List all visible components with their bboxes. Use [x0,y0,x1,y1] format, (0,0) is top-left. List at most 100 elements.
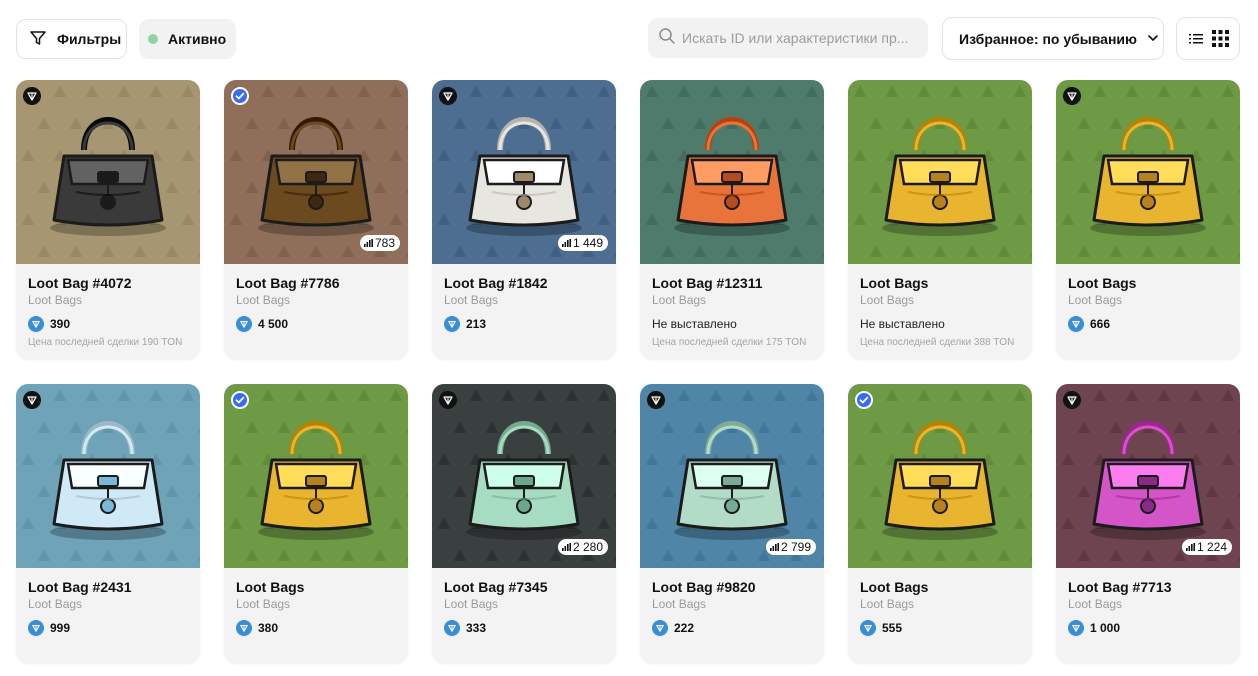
last-deal-price: Цена последней сделки 190 TON [28,337,183,348]
search-box [648,18,928,58]
ton-icon [236,620,252,636]
grid-view-button[interactable] [1209,27,1233,51]
item-image[interactable] [16,384,200,568]
item-info: Loot Bag #4072 Loot Bags 390 Цена послед… [16,264,200,350]
active-toggle[interactable]: Активно [139,19,236,59]
item-info: Loot Bags Loot Bags 555 [848,568,1032,637]
price-value: 222 [674,621,695,635]
ton-badge-icon [439,87,457,105]
price-value: 4 500 [258,317,289,331]
item-collection: Loot Bags [1068,597,1123,611]
item-card[interactable]: Loot Bag #12311 Loot Bags Не выставлено … [640,80,824,360]
item-card[interactable]: Loot Bags Loot Bags 555 [848,384,1032,664]
views-value: 1 224 [1196,540,1227,554]
price-row: 333 [444,619,604,637]
views-counter: 2 799 [765,539,816,555]
item-collection: Loot Bags [444,293,499,307]
search-icon [658,27,676,50]
price-row: 222 [652,619,812,637]
item-title: Loot Bags [860,579,929,595]
view-toggle [1176,17,1240,60]
item-image[interactable] [848,80,1032,264]
sort-label: Избранное: по убыванию [959,30,1137,47]
verified-badge-icon [231,391,249,409]
price-row: 666 [1068,315,1228,333]
item-card[interactable]: 2 280 Loot Bag #7345 Loot Bags 333 [432,384,616,664]
item-info: Loot Bag #2431 Loot Bags 999 [16,568,200,637]
item-collection: Loot Bags [28,597,83,611]
bar-signal-icon [1185,543,1195,551]
not-listed-label: Не выставлено [860,317,945,331]
views-value: 1 449 [572,236,603,250]
item-card[interactable]: Loot Bag #2431 Loot Bags 999 [16,384,200,664]
item-image[interactable] [848,384,1032,568]
item-title: Loot Bag #9820 [652,579,756,595]
item-title: Loot Bags [1068,275,1137,291]
item-title: Loot Bag #2431 [28,579,132,595]
ton-badge-icon [23,87,41,105]
status-dot [148,34,158,44]
item-card[interactable]: 783 Loot Bag #7786 Loot Bags 4 500 [224,80,408,360]
item-card[interactable]: Loot Bags Loot Bags 666 [1056,80,1240,360]
price-value: 999 [50,621,71,635]
item-collection: Loot Bags [236,293,291,307]
price-value: 1 000 [1090,621,1121,635]
item-info: Loot Bag #9820 Loot Bags 222 [640,568,824,637]
item-collection: Loot Bags [1068,293,1123,307]
views-counter: 1 224 [1181,539,1232,555]
item-card[interactable]: 1 449 Loot Bag #1842 Loot Bags 213 [432,80,616,360]
item-info: Loot Bag #7713 Loot Bags 1 000 [1056,568,1240,637]
chevron-down-icon [1147,31,1159,47]
item-image[interactable]: 2 280 [432,384,616,568]
active-label: Активно [168,31,227,47]
item-collection: Loot Bags [860,293,915,307]
item-card[interactable]: Loot Bags Loot Bags Не выставлено Цена п… [848,80,1032,360]
item-title: Loot Bag #7713 [1068,579,1172,595]
last-deal-price: Цена последней сделки 175 TON [652,337,807,348]
item-title: Loot Bags [860,275,929,291]
item-image[interactable] [1056,80,1240,264]
price-value: 380 [258,621,279,635]
item-collection: Loot Bags [652,597,707,611]
item-image[interactable]: 783 [224,80,408,264]
item-title: Loot Bag #12311 [652,275,763,291]
ton-badge-icon [1063,87,1081,105]
item-info: Loot Bag #7345 Loot Bags 333 [432,568,616,637]
filters-button[interactable]: Фильтры [16,19,127,59]
list-view-button[interactable] [1184,27,1208,51]
item-title: Loot Bag #1842 [444,275,548,291]
item-title: Loot Bags [236,579,305,595]
item-image[interactable]: 2 799 [640,384,824,568]
price-row: 555 [860,619,1020,637]
price-value: 333 [466,621,487,635]
ton-icon [1068,316,1084,332]
verified-badge-icon [231,87,249,105]
item-image[interactable]: 1 449 [432,80,616,264]
views-counter: 1 449 [557,235,608,251]
search-input[interactable] [682,30,918,46]
views-counter: 2 280 [557,539,608,555]
views-value: 2 280 [572,540,603,554]
bar-signal-icon [561,543,571,551]
ton-icon [860,620,876,636]
item-image[interactable] [640,80,824,264]
ton-icon [444,316,460,332]
sort-dropdown[interactable]: Избранное: по убыванию [942,17,1164,60]
item-collection: Loot Bags [28,293,83,307]
ton-icon [236,316,252,332]
price-value: 555 [882,621,903,635]
price-row: 213 [444,315,604,333]
price-row: 4 500 [236,315,396,333]
item-card[interactable]: 2 799 Loot Bag #9820 Loot Bags 222 [640,384,824,664]
ton-badge-icon [439,391,457,409]
price-value: 390 [50,317,71,331]
ton-badge-icon [647,391,665,409]
item-image[interactable] [224,384,408,568]
item-image[interactable] [16,80,200,264]
item-card[interactable]: Loot Bag #4072 Loot Bags 390 Цена послед… [16,80,200,360]
grid-icon [1212,30,1229,47]
item-info: Loot Bag #7786 Loot Bags 4 500 [224,264,408,333]
item-card[interactable]: Loot Bags Loot Bags 380 [224,384,408,664]
item-image[interactable]: 1 224 [1056,384,1240,568]
item-card[interactable]: 1 224 Loot Bag #7713 Loot Bags 1 000 [1056,384,1240,664]
